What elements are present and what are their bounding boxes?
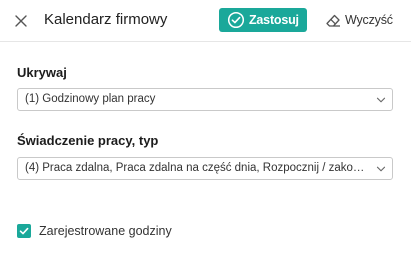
work-type-select[interactable]: (4) Praca zdalna, Praca zdalna na część …	[17, 157, 393, 180]
eraser-icon	[324, 11, 342, 29]
check-circle-icon	[227, 11, 245, 29]
hide-select[interactable]: (1) Godzinowy plan pracy	[17, 88, 393, 111]
registered-hours-option[interactable]: Zarejestrowane godziny	[17, 224, 172, 238]
hide-field-label: Ukrywaj	[17, 65, 67, 80]
calendar-filter-panel: Kalendarz firmowy Zastosuj Wyczyść Ukryw…	[0, 0, 411, 257]
work-type-select-value: (4) Praca zdalna, Praca zdalna na część …	[25, 162, 370, 174]
apply-button-label: Zastosuj	[249, 13, 299, 27]
clear-button-label: Wyczyść	[345, 13, 393, 27]
apply-button[interactable]: Zastosuj	[219, 8, 307, 32]
chevron-down-icon	[376, 166, 386, 172]
panel-title: Kalendarz firmowy	[44, 11, 168, 28]
checkmark-icon	[19, 227, 29, 235]
close-button[interactable]	[10, 10, 32, 32]
registered-hours-checkbox[interactable]	[17, 224, 31, 238]
clear-button[interactable]: Wyczyść	[324, 8, 393, 32]
panel-header: Kalendarz firmowy Zastosuj Wyczyść	[0, 0, 411, 42]
registered-hours-label: Zarejestrowane godziny	[39, 224, 172, 238]
chevron-down-icon	[376, 97, 386, 103]
hide-select-value: (1) Godzinowy plan pracy	[25, 93, 156, 105]
close-icon	[15, 15, 27, 27]
work-type-field-label: Świadczenie pracy, typ	[17, 133, 159, 148]
